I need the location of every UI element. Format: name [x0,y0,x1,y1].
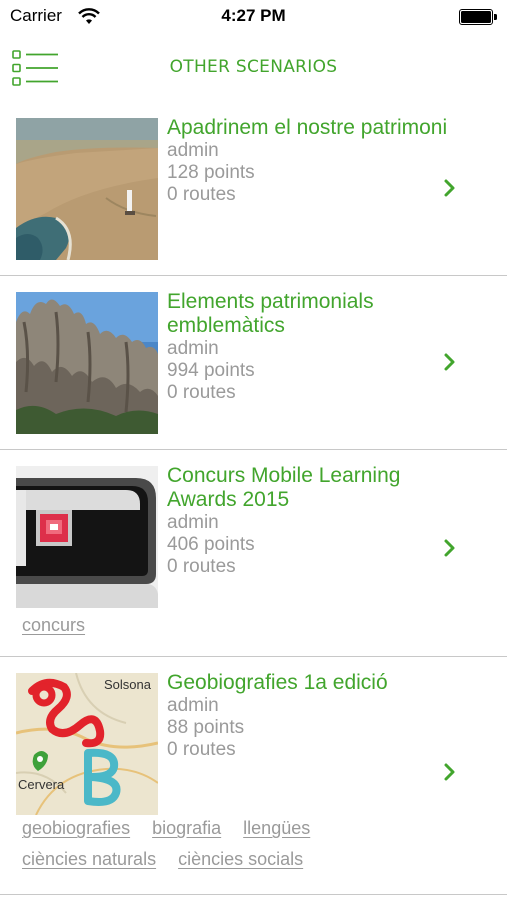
scenario-author: admin [167,338,219,359]
scenario-points: 128 points [167,162,255,183]
scenario-title-text: Geobiografies 1a edició [167,671,388,694]
tag-link[interactable]: llengües [243,818,310,838]
scenario-title-text: Elements patrimonials emblemàtics [167,290,374,337]
scenario-item[interactable]: Solsona Cervera Geobiografies 1a edició … [0,657,507,895]
scenario-routes: 0 routes [167,739,236,760]
map-label-solsona: Solsona [104,677,151,692]
map-label-cervera: Cervera [18,777,65,792]
chevron-right-icon[interactable] [443,762,457,782]
rock-formations-thumbnail [16,292,158,434]
tag-link[interactable]: concurs [22,615,85,635]
scenario-points: 88 points [167,717,245,738]
scenario-item[interactable]: Apadrinem el nostre patrimoni admin 128 … [0,102,507,276]
tag-link[interactable]: biografia [152,818,221,838]
scenario-points: 994 points [167,360,255,381]
phone-corner-thumbnail [16,466,158,608]
chevron-right-icon[interactable] [443,538,457,558]
scenario-author: admin [167,695,219,716]
beach-lighthouse-thumbnail [16,118,158,260]
chevron-right-icon[interactable] [443,352,457,372]
scenario-title: Elements patrimonials emblemàtics admin … [167,290,457,404]
scenario-title: Concurs Mobile Learning Awards 2015 admi… [167,464,457,578]
tag-link[interactable]: ciències socials [178,849,303,869]
tag-link[interactable]: geobiografies [22,818,130,838]
scenario-item[interactable]: Concurs Mobile Learning Awards 2015 admi… [0,450,507,657]
scenario-points: 406 points [167,534,255,555]
chevron-right-icon[interactable] [443,178,457,198]
tag-list: geobiografies biografia llengües cièncie… [22,813,327,875]
status-bar: Carrier 4:27 PM [0,0,507,34]
scenario-author: admin [167,140,219,161]
scenario-title: Geobiografies 1a edició admin 88 points … [167,671,457,761]
scenario-author: admin [167,512,219,533]
scenario-item[interactable]: Elements patrimonials emblemàtics admin … [0,276,507,450]
nav-header: OTHER SCENARIOS [0,34,507,98]
scenario-list: Apadrinem el nostre patrimoni admin 128 … [0,102,507,895]
clock: 4:27 PM [221,6,286,25]
scenario-title-text: Concurs Mobile Learning Awards 2015 [167,464,401,511]
page-title: OTHER SCENARIOS [169,57,338,77]
scenario-routes: 0 routes [167,556,236,577]
scenario-routes: 0 routes [167,382,236,403]
map-logo-thumbnail: Solsona Cervera [16,673,158,815]
scenario-title: Apadrinem el nostre patrimoni admin 128 … [167,116,457,206]
scenario-routes: 0 routes [167,184,236,205]
battery-icon [459,9,497,25]
tag-link[interactable]: ciències naturals [22,849,156,869]
scenario-title-text: Apadrinem el nostre patrimoni [167,116,448,139]
tag-list: concurs [22,610,102,641]
